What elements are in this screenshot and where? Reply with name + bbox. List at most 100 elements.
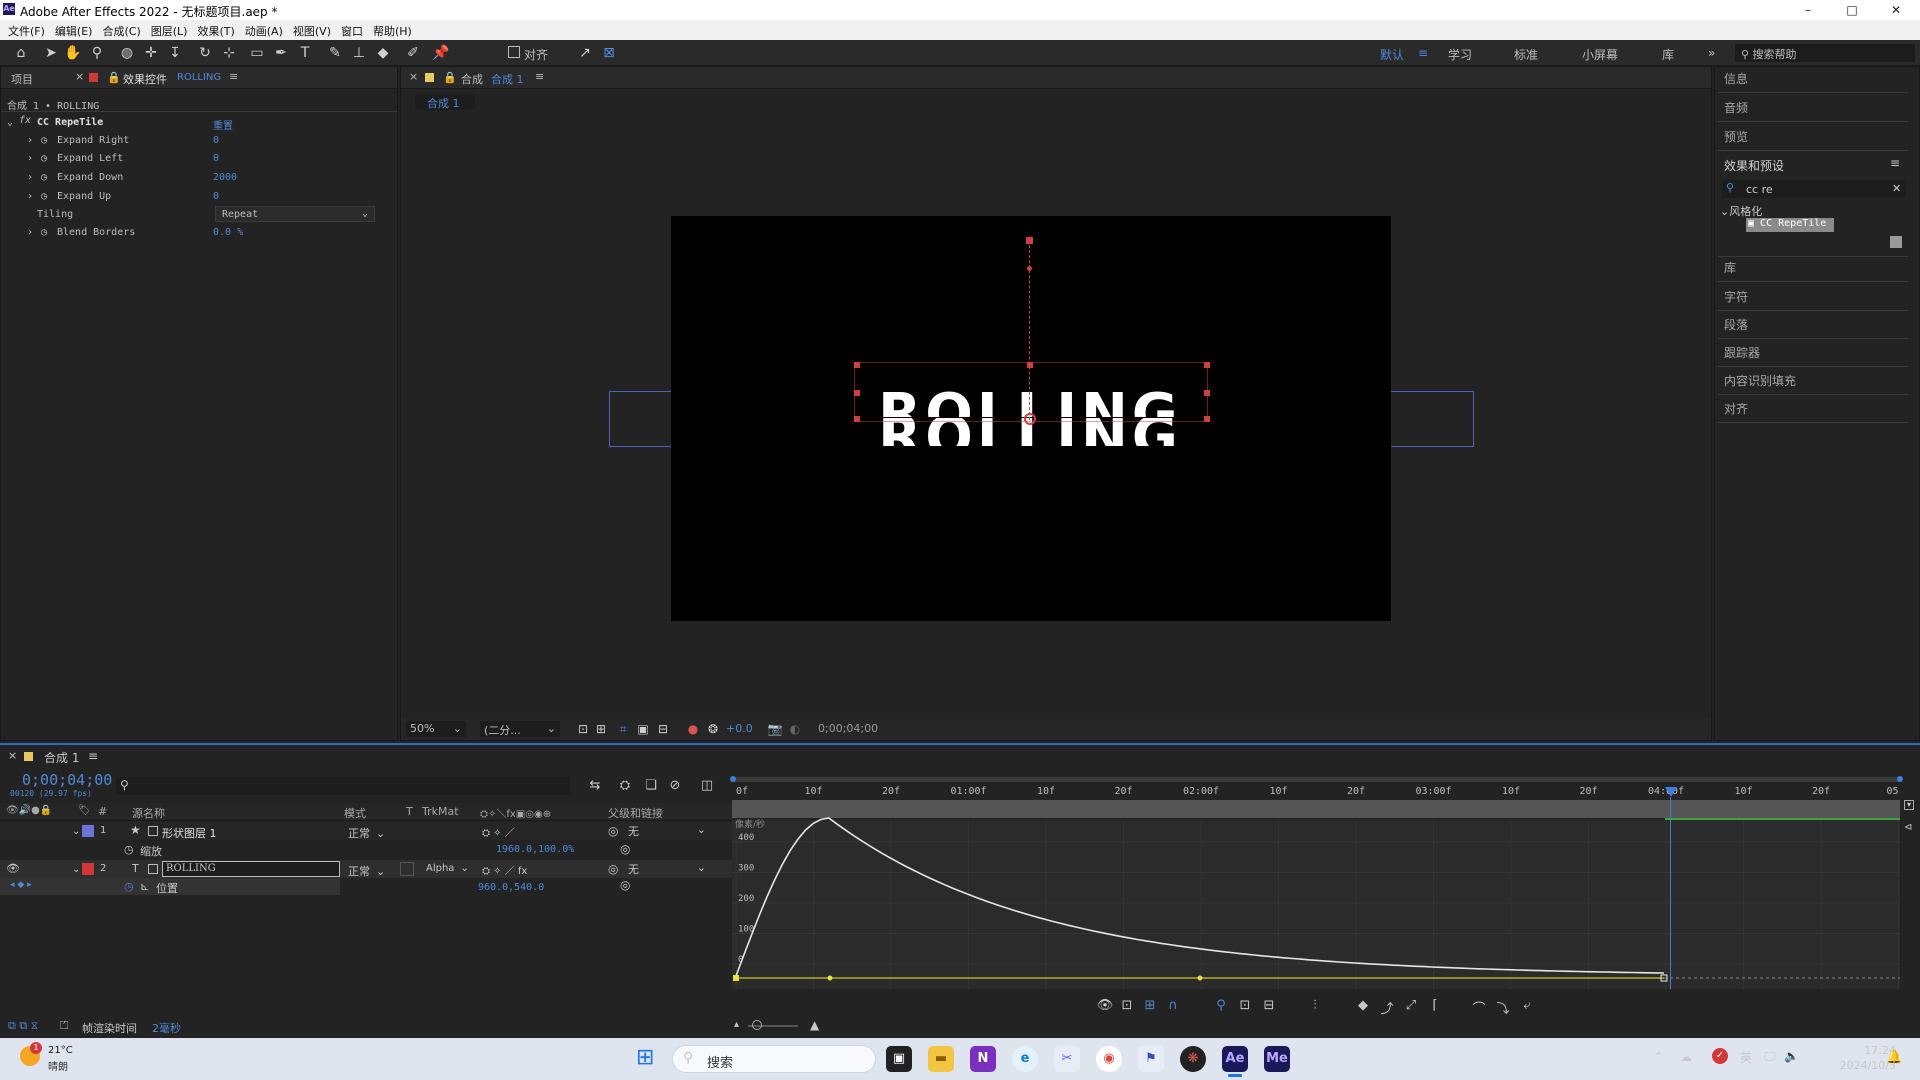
fit-all-icon[interactable]: ⊡ [1236,998,1254,1016]
windows-start-icon[interactable]: ⊞ [636,1047,658,1069]
pen-tool-icon[interactable]: ✒ [272,44,290,62]
comp-marker-bin-icon[interactable]: ▾ [1904,800,1914,810]
panel-library[interactable]: 库 [1724,259,1736,276]
effect-reset-link[interactable]: 重置 [213,117,233,132]
separate-dimensions-icon[interactable]: ⊟ [1260,998,1278,1016]
snapping-grid-icon[interactable]: ⊠ [600,44,618,62]
keyframe-start[interactable] [733,975,739,981]
type-tool-icon[interactable]: T [296,44,314,62]
stopwatch-icon[interactable]: ◷ [41,191,47,202]
path-point[interactable] [1027,266,1032,271]
bezier-handle[interactable] [827,975,833,981]
panel-menu-icon[interactable]: ≡ [229,70,238,83]
antivirus-icon[interactable]: ✓ [1712,1048,1728,1064]
value-expand-down[interactable]: 2000 [213,172,237,183]
panel-paragraph[interactable]: 段落 [1724,316,1748,333]
snap-icon[interactable]: ↗ [576,44,594,62]
davinci-icon[interactable]: ❋ [1180,1046,1206,1072]
exposure-reset-icon[interactable]: ❂ [704,720,722,738]
file-explorer-icon[interactable]: ▬ [928,1046,954,1072]
category-stylize[interactable]: ⌄风格化 [1720,203,1762,219]
menu-effect[interactable]: 效果(T) [197,20,234,39]
input-method[interactable]: 英 [1740,1049,1752,1066]
fx-icon[interactable]: fx [19,115,31,126]
tray-overflow-icon[interactable]: ⌃ [1654,1050,1664,1064]
current-timecode[interactable]: 0;00;04;00 [22,771,112,789]
menu-view[interactable]: 视图(V) [293,20,331,39]
graph-icon[interactable]: ⊾ [140,880,149,893]
prop-expand-icon[interactable]: › [27,135,33,146]
workspace-small-screen[interactable]: 小屏幕 [1582,46,1618,63]
timeline-tab[interactable]: 合成 1 [44,749,79,766]
pickwhip-icon[interactable]: ◎ [608,862,618,876]
transform-handle[interactable] [854,416,860,422]
effect-expand-icon[interactable]: ⌄ [7,117,13,128]
preserve-transparency-toggle[interactable] [400,862,414,876]
clear-search-icon[interactable]: ✕ [1892,182,1901,195]
clone-stamp-icon[interactable]: ⊥ [350,44,368,62]
taskbar-search[interactable]: ⚲ 搜索 [672,1045,876,1073]
layer-name-rolling[interactable]: ROLLING [162,861,340,877]
snap-keyframe-icon[interactable]: ⊲ [1904,822,1912,833]
stopwatch-icon[interactable]: ◷ [124,843,134,856]
workspace-standard[interactable]: 标准 [1514,46,1538,63]
comp-subtab[interactable]: 合成 1 [415,94,475,110]
orbit-camera-icon[interactable]: ◍ [118,44,136,62]
panel-align[interactable]: 对齐 [1724,400,1748,417]
pickwhip-icon[interactable]: ◎ [608,824,618,838]
rectangle-tool-icon[interactable]: ▭ [248,44,266,62]
stopwatch-icon[interactable]: ◷ [41,153,47,164]
value-expand-right[interactable]: 0 [213,135,219,146]
eraser-tool-icon[interactable]: ◆ [374,44,392,62]
effects-search-input[interactable]: ⚲ cc re ✕ [1722,180,1906,198]
panel-menu-icon[interactable]: ≡ [1890,156,1900,170]
search-help-input[interactable]: ⚲ 搜索帮助 [1735,44,1915,62]
viewer-timecode[interactable]: 0;00;04;00 [818,722,878,735]
tiling-dropdown[interactable]: Repeat ⌄ [215,206,375,222]
link-icon[interactable]: ◎ [620,842,630,856]
transform-handle[interactable] [1204,362,1210,368]
comp-mini-flowchart-icon[interactable]: ⇆ [586,778,604,796]
snipping-tool-icon[interactable]: ✂ [1054,1046,1080,1072]
resolution-dropdown[interactable]: (二分... ⌄ [480,721,560,737]
value-expand-left[interactable]: 0 [213,153,219,164]
panel-audio[interactable]: 音频 [1724,99,1748,116]
curve-out-icon[interactable]: ⤶ [1518,998,1536,1016]
tab-close-icon[interactable]: × [75,70,84,83]
3d-view-icon[interactable]: ▣ [634,720,652,738]
panel-preview[interactable]: 预览 [1724,128,1748,145]
prop-expand-icon[interactable]: › [27,153,33,164]
label-color-blue[interactable] [82,825,94,837]
lock-icon[interactable]: 🔒 [443,71,457,84]
transform-handle[interactable] [1204,416,1210,422]
edit-keyframe-icon[interactable]: ⫶ [1306,998,1324,1016]
exposure-value[interactable]: +0.0 [726,722,753,735]
zoom-dropdown[interactable]: 50% ⌄ [406,721,466,737]
menu-edit[interactable]: 编辑(E) [55,20,93,39]
weather-temp[interactable]: 21°C [48,1045,73,1056]
workspace-default[interactable]: 默认 [1380,46,1404,63]
minimize-button[interactable]: – [1788,1,1828,19]
onedrive-cloud-icon[interactable]: ☁ [1680,1050,1692,1064]
zoom-in-icon[interactable]: ▲ [810,1018,819,1032]
graph-editor-toggle-icon[interactable]: ◫ [698,778,716,796]
region-of-interest-icon[interactable]: ⊡ [574,720,592,738]
weather-desc[interactable]: 晴朗 [48,1058,68,1073]
menu-help[interactable]: 帮助(H) [373,20,412,39]
effect-result-cc-repetile[interactable]: ▣ CC RepeTile [1746,218,1834,232]
layer-mode-dropdown[interactable]: 正常 ⌄ [348,863,385,879]
selection-tool-icon[interactable]: ➤ [42,44,60,62]
transform-box-icon[interactable]: ⊞ [1141,998,1159,1016]
show-properties-icon[interactable]: 👁 [1096,998,1114,1016]
layer-expand-icon[interactable]: ⌄ [72,864,80,875]
column-mode[interactable]: 模式 [344,805,366,821]
pan-camera-icon[interactable]: ✛ [142,44,160,62]
close-button[interactable]: ✕ [1876,1,1916,19]
column-parent[interactable]: 父级和链接 [608,805,663,821]
hand-tool-icon[interactable]: ✋ [64,44,82,62]
path-keyframe-handle[interactable] [1026,237,1033,244]
tab-comp-label[interactable]: 合成 [461,71,483,87]
transform-handle[interactable] [854,362,860,368]
panel-menu-icon[interactable]: ≡ [535,70,544,83]
lock-icon[interactable]: 🔒 [107,71,121,84]
